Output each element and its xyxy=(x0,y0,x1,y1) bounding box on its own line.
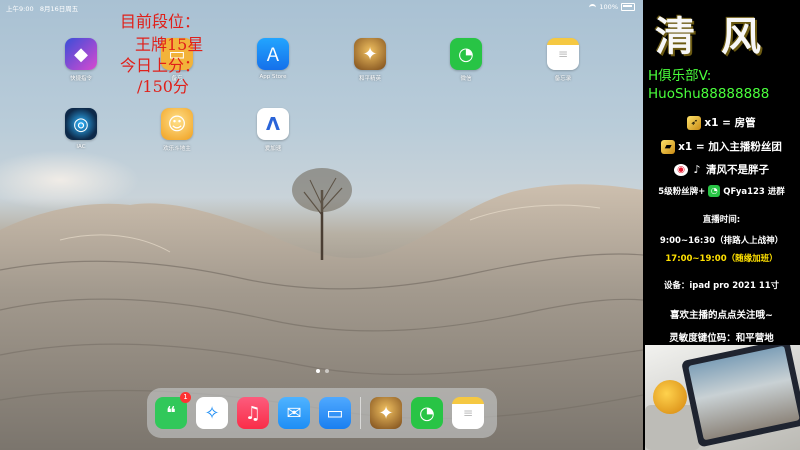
social-line: ◉ ♪ 清风不是胖子 xyxy=(643,162,800,177)
peacekeeper-elite-icon[interactable]: ✦ xyxy=(370,397,402,429)
app-label: 微信 xyxy=(460,76,472,82)
ticket-gift-icon: ▰ xyxy=(661,139,676,154)
mail-icon[interactable]: ✉ xyxy=(278,397,310,429)
fan-group-line: 5级粉丝牌+ ◔ QFya123 进群 xyxy=(643,185,800,197)
hours-extra: 17:00~19:00（随缘加班） xyxy=(665,254,778,264)
app-label: 欢乐斗地主 xyxy=(163,146,191,152)
landlord-game-icon: ☺ xyxy=(161,108,193,140)
status-right: 100% xyxy=(589,3,635,11)
app-landlord-game[interactable]: ☺ 欢乐斗地主 xyxy=(147,108,207,152)
notes-icon[interactable]: ≡ xyxy=(452,397,484,429)
sensitivity-line: 灵敏度键位码：和平营地 xyxy=(669,333,774,344)
wechat-icon[interactable]: ◔ xyxy=(411,397,443,429)
notification-badge: 1 xyxy=(180,392,191,403)
app-label: 备忘录 xyxy=(554,76,572,82)
fan-level: 5级粉丝牌+ xyxy=(658,187,706,197)
app-wechat[interactable]: ◔ 微信 xyxy=(436,38,496,82)
shortcuts-icon: ◆ xyxy=(65,38,97,70)
gift-line-1: ➶ x1 = 房管 xyxy=(643,115,800,130)
tablet-screen xyxy=(688,345,800,441)
weibo-icon: ◉ xyxy=(674,163,688,176)
notes-icon: ≡ xyxy=(547,38,579,70)
social-name: 清风不是胖子 xyxy=(706,164,769,176)
group-id: QFya123 进群 xyxy=(723,187,785,197)
club-label: H俱乐部V: xyxy=(648,68,712,84)
score-label: 今日上分： xyxy=(120,56,201,75)
app-label: App Store xyxy=(259,74,287,80)
status-time: 上午9:00 xyxy=(6,5,34,13)
app-accelerator[interactable]: Λ 爱加速 xyxy=(243,108,303,152)
rank-label: 目前段位： xyxy=(120,12,201,31)
app-peacekeeper-elite[interactable]: ✦ 和平精英 xyxy=(340,38,400,82)
tablet-device xyxy=(681,345,800,448)
music-icon[interactable]: ♫ xyxy=(237,397,269,429)
app-shortcuts[interactable]: ◆ 快捷指令 xyxy=(51,38,111,82)
peacekeeper-elite-icon: ✦ xyxy=(354,38,386,70)
iac-icon: ◎ xyxy=(65,108,97,140)
hours-title: 直播时间: xyxy=(702,215,741,225)
messages-icon[interactable]: ❝ 1 xyxy=(155,392,191,429)
app-label: IAC xyxy=(76,144,86,150)
files-icon[interactable]: ▭ xyxy=(319,397,351,429)
streamer-title: 清风 xyxy=(655,13,787,60)
tiktok-icon: ♪ xyxy=(693,162,701,176)
wechat-icon: ◔ xyxy=(450,38,482,70)
club-id: HuoShu88888888 xyxy=(648,86,770,102)
page-dot xyxy=(325,369,329,373)
ipad-home-screen: 上午9:00 8月16日周五 100% ◆ 快捷指令 ▭ 备忘 Ａ App St… xyxy=(0,0,643,450)
app-label: 和平精英 xyxy=(358,76,381,82)
rocket-gift-icon: ➶ xyxy=(687,115,702,130)
wechat-small-icon: ◔ xyxy=(708,185,721,197)
battery-icon xyxy=(621,3,635,11)
safari-icon[interactable]: ✧ xyxy=(196,397,228,429)
wifi-icon xyxy=(589,3,597,11)
status-time-date: 上午9:00 8月16日周五 xyxy=(6,3,78,13)
app-label: 快捷指令 xyxy=(69,76,92,82)
app-label: 爱加速 xyxy=(264,146,282,152)
dock-separator xyxy=(360,397,361,429)
page-dot xyxy=(316,369,320,373)
page-indicator[interactable] xyxy=(316,369,329,373)
figurine xyxy=(653,380,687,414)
accelerator-icon: Λ xyxy=(257,108,289,140)
gift-line-1-text: x1 = 房管 xyxy=(704,117,756,129)
app-notes[interactable]: ≡ 备忘录 xyxy=(533,38,593,82)
follow-line: 喜欢主播的点点关注哦~ xyxy=(670,310,773,321)
gift-line-2: ▰ x1 = 加入主播粉丝团 xyxy=(643,139,800,154)
status-bar: 上午9:00 8月16日周五 100% xyxy=(0,0,643,14)
device-line: 设备：ipad pro 2021 11寸 xyxy=(663,281,780,291)
app-store-icon: Ａ xyxy=(257,38,289,70)
rank-value: 王牌15星 xyxy=(135,35,204,54)
hours-main: 9:00~16:30（排路人上战神） xyxy=(659,236,784,246)
dock: ❝ 1 ✧ ♫ ✉ ▭ ✦ ◔ ≡ xyxy=(147,388,497,438)
app-iac[interactable]: ◎ IAC xyxy=(51,108,111,150)
score-value: /150分 xyxy=(137,77,189,96)
gift-line-2-text: x1 = 加入主播粉丝团 xyxy=(678,141,782,153)
status-date: 8月16日周五 xyxy=(39,5,79,13)
battery-percent: 100% xyxy=(599,3,618,11)
webcam-view xyxy=(645,345,800,450)
app-app-store[interactable]: Ａ App Store xyxy=(243,38,303,80)
